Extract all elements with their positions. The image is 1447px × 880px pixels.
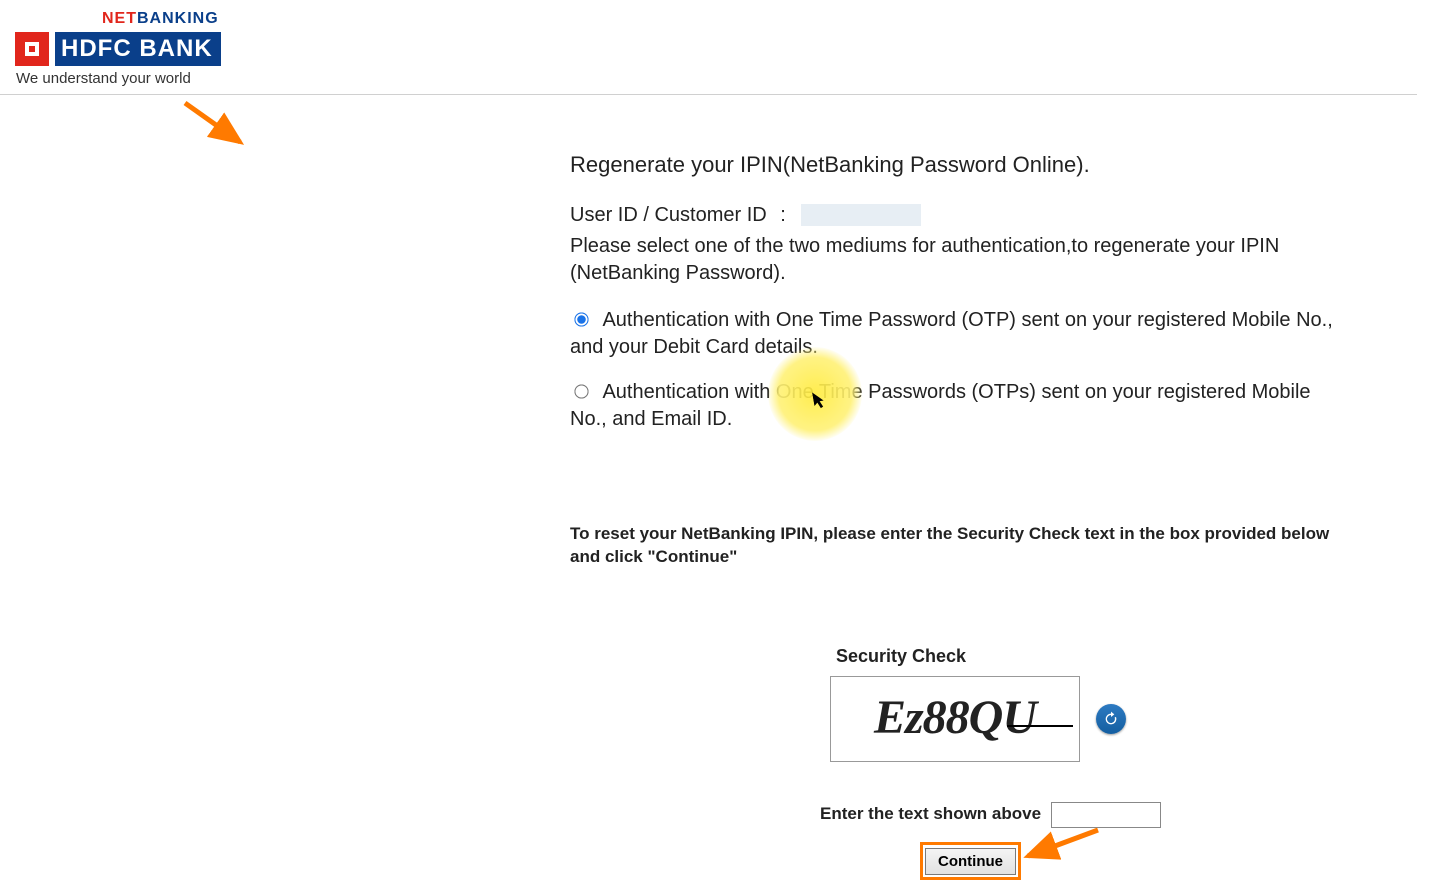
arrow-icon [180,98,260,162]
userid-label: User ID / Customer ID [570,202,767,229]
auth-option-otp-debit[interactable]: Authentication with One Time Password (O… [570,307,1350,361]
refresh-icon [1103,711,1119,727]
bank-tagline: We understand your world [15,70,221,87]
security-note: To reset your NetBanking IPIN, please en… [570,523,1350,569]
bank-name: HDFC BANK [55,32,221,66]
userid-row: User ID / Customer ID : [570,202,1350,229]
bank-logo: NETBANKING HDFC BANK We understand your … [15,10,221,87]
netbanking-net-text: NET [102,10,137,27]
header: NETBANKING HDFC BANK We understand your … [0,0,1417,95]
arrow-icon [1020,824,1110,878]
bank-logo-icon [15,32,49,66]
userid-colon: : [772,202,796,229]
userid-value [801,204,921,226]
auth-radio-otp-debit[interactable] [574,312,588,326]
security-check-block: Security Check Ez88QU Enter the text [830,644,1350,880]
refresh-captcha-button[interactable] [1096,704,1126,734]
main-content: Regenerate your IPIN(NetBanking Password… [570,150,1350,880]
continue-button[interactable]: Continue [925,848,1016,875]
auth-option-label: Authentication with One Time Passwords (… [570,381,1311,430]
security-check-title: Security Check [836,644,1350,668]
captcha-input[interactable] [1051,802,1161,828]
page-title: Regenerate your IPIN(NetBanking Password… [570,150,1350,180]
captcha-image: Ez88QU [830,676,1080,762]
auth-option-otp-email[interactable]: Authentication with One Time Passwords (… [570,379,1350,433]
continue-highlight-box: Continue [920,842,1021,880]
auth-instruction: Please select one of the two mediums for… [570,233,1350,287]
auth-option-label: Authentication with One Time Password (O… [570,309,1333,358]
captcha-enter-label: Enter the text shown above [820,803,1041,826]
netbanking-banking-text: BANKING [137,10,219,27]
netbanking-label: NETBANKING [15,10,221,28]
auth-radio-otp-email[interactable] [574,384,588,398]
